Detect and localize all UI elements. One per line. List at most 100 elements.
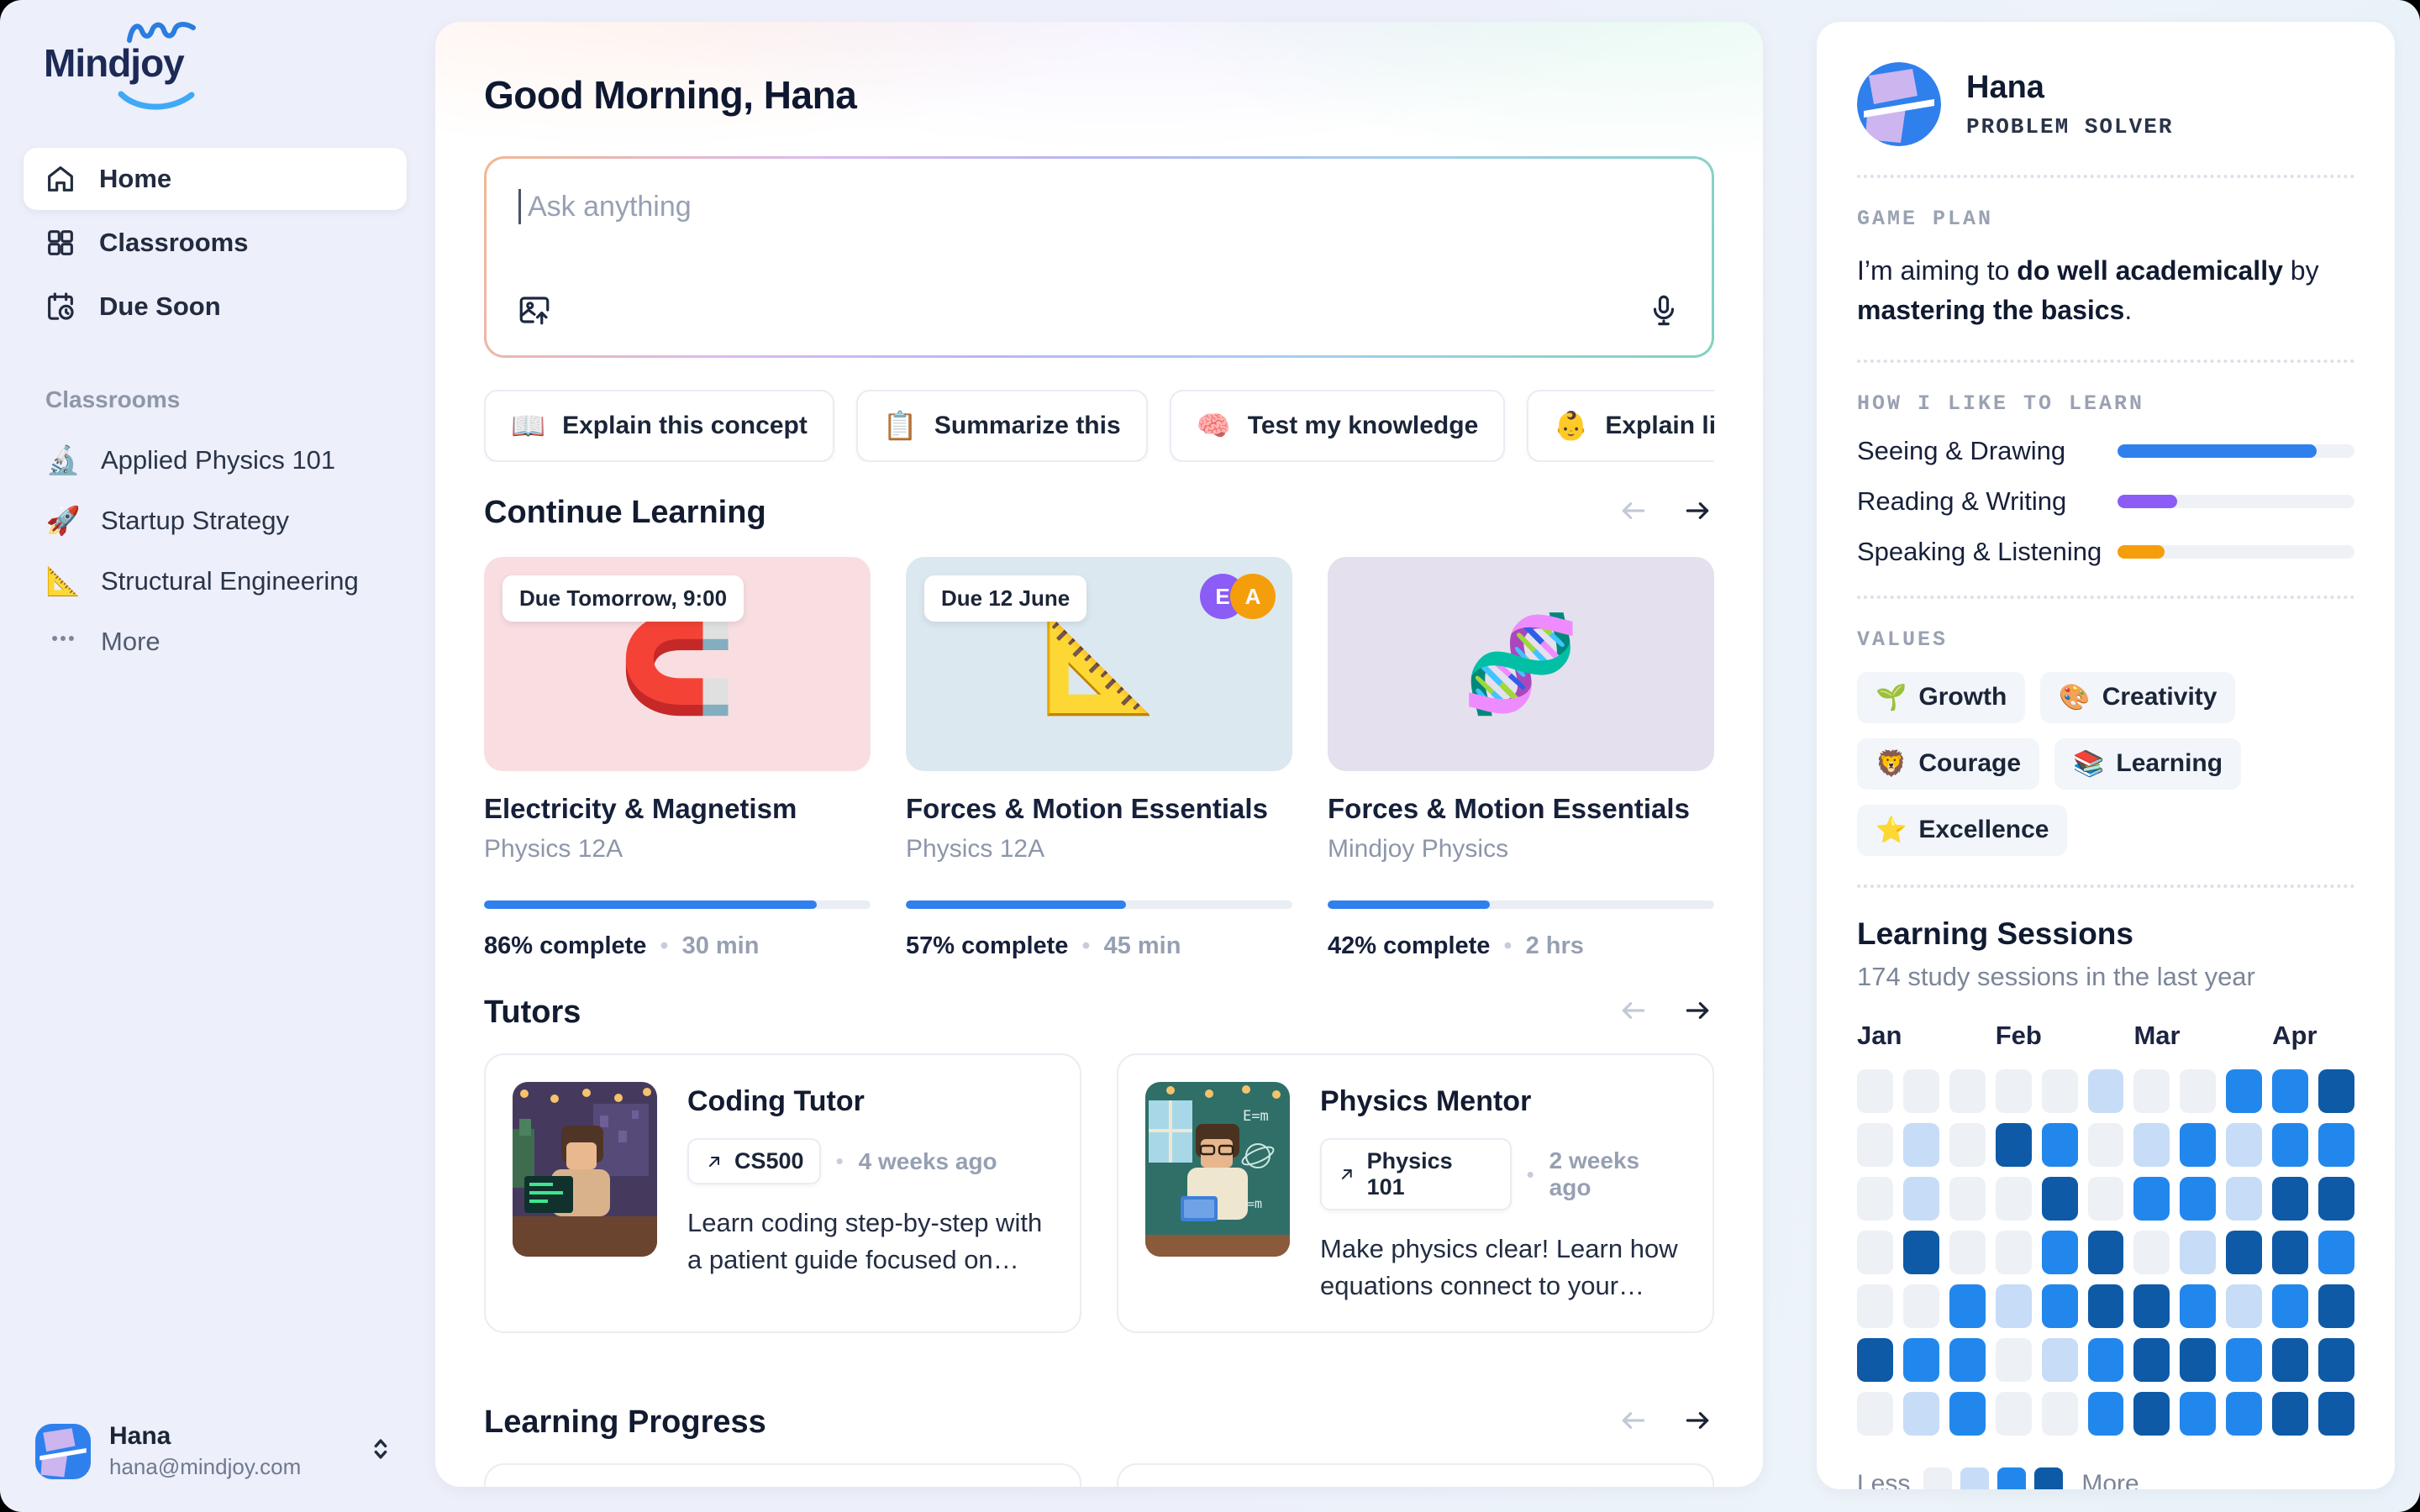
triangle-ruler-icon: 📐 — [1040, 617, 1157, 711]
value-chip-learning[interactable]: 📚Learning — [2054, 738, 2241, 790]
carousel-prev-icon[interactable] — [1617, 994, 1650, 1032]
tutor-card-physics[interactable]: E=m F=m — [1117, 1053, 1714, 1333]
svg-text:E=m: E=m — [1243, 1108, 1269, 1125]
heatmap-cell — [2042, 1338, 2078, 1382]
coding-tutor-image — [513, 1082, 657, 1257]
heatmap-cell — [1857, 1284, 1893, 1328]
heatmap-cell — [2318, 1338, 2354, 1382]
heatmap-cell — [1996, 1284, 2032, 1328]
heatmap-cell — [1857, 1338, 1893, 1382]
sidebar-item-structural-engineering[interactable]: 📐 Structural Engineering — [24, 551, 407, 612]
heatmap-cell — [2088, 1069, 2124, 1113]
heatmap-cell — [2133, 1123, 2170, 1167]
heatmap-cell — [2226, 1231, 2262, 1274]
mindjoy-logo[interactable]: Mindjoy — [44, 40, 237, 94]
brain-icon: 🧠 — [1197, 410, 1231, 443]
profile-panel: Hana PROBLEM SOLVER GAME PLAN I’m aiming… — [1817, 22, 2395, 1489]
value-chip-growth[interactable]: 🌱Growth — [1857, 672, 2025, 723]
values-label: VALUES — [1857, 627, 2354, 652]
heatmap-legend: Less More — [1857, 1467, 2354, 1489]
time-remaining: 45 min — [1104, 932, 1181, 960]
lesson-course: Physics 12A — [484, 835, 871, 864]
game-plan-text: I’m aiming to do well academically by ma… — [1857, 251, 2354, 331]
sidebar: Mindjoy Home Classrooms — [0, 0, 430, 1512]
sidebar-item-startup-strategy[interactable]: 🚀 Startup Strategy — [24, 491, 407, 551]
heatmap-cell — [2272, 1123, 2308, 1167]
progress-label: 57% complete — [906, 932, 1068, 960]
sidebar-item-home[interactable]: Home — [24, 148, 407, 210]
learn-style-row: Reading & Writing — [1857, 486, 2354, 517]
page-title: Good Morning, Hana — [484, 72, 1714, 118]
carousel-next-icon[interactable] — [1681, 1404, 1714, 1441]
avatar: A — [1230, 574, 1276, 619]
dot-separator: • — [660, 932, 668, 960]
value-chip-creativity[interactable]: 🎨Creativity — [2040, 672, 2235, 723]
heatmap-cell — [2226, 1392, 2262, 1436]
heatmap-cell — [2180, 1231, 2216, 1274]
heatmap-cell — [1949, 1177, 1986, 1221]
heatmap-cell — [1996, 1123, 2032, 1167]
heatmap-cell — [1996, 1069, 2032, 1113]
heatmap-cell — [1903, 1123, 1939, 1167]
baby-icon: 👶 — [1554, 410, 1588, 443]
app-window: Mindjoy Home Classrooms — [0, 0, 2420, 1512]
heatmap-cell — [2272, 1231, 2308, 1274]
heatmap-cell — [2272, 1069, 2308, 1113]
progress-bar — [906, 900, 1292, 909]
heatmap-cell — [2133, 1338, 2170, 1382]
dotted-divider — [1857, 175, 2354, 178]
value-chip-courage[interactable]: 🦁Courage — [1857, 738, 2039, 790]
sidebar-item-more[interactable]: More — [24, 612, 407, 672]
classroom-label: Applied Physics 101 — [101, 445, 335, 475]
value-chip-excellence[interactable]: ⭐Excellence — [1857, 805, 2067, 856]
carousel-next-icon[interactable] — [1681, 994, 1714, 1032]
heatmap-cell — [2133, 1231, 2170, 1274]
sidebar-item-classrooms[interactable]: Classrooms — [24, 212, 407, 274]
carousel-next-icon[interactable] — [1681, 494, 1714, 532]
heatmap-cell — [2088, 1392, 2124, 1436]
heatmap-cell — [2088, 1123, 2124, 1167]
carousel-prev-icon[interactable] — [1617, 494, 1650, 532]
leaderboard-card[interactable]: Leaderboard Time spent learning this wee… — [484, 1463, 1081, 1487]
chip-explain-like-im-5[interactable]: 👶 Explain like I’m 5 — [1527, 390, 1714, 462]
image-upload-icon[interactable] — [517, 292, 552, 332]
time-remaining: 30 min — [682, 932, 760, 960]
lesson-card[interactable]: Due 12 June E A 📐 Forces & Motion Essent… — [906, 557, 1292, 960]
tutor-last-used: 4 weeks ago — [859, 1148, 997, 1175]
heatmap-cell — [1903, 1177, 1939, 1221]
calendar-clock-icon — [44, 290, 77, 323]
lesson-card[interactable]: 🧬 Forces & Motion Essentials Mindjoy Phy… — [1328, 557, 1714, 960]
lesson-title: Electricity & Magnetism — [484, 793, 871, 825]
sidebar-item-label: Classrooms — [99, 228, 248, 258]
learning-streak-card[interactable]: Learning Streak 174 study sessions in th… — [1117, 1463, 1714, 1487]
heatmap-cell — [2042, 1123, 2078, 1167]
sidebar-item-due-soon[interactable]: Due Soon — [24, 276, 407, 338]
dotted-divider — [1857, 885, 2354, 888]
ask-input[interactable]: Ask anything — [487, 159, 1712, 355]
triangle-ruler-icon: 📐 — [45, 565, 81, 598]
tutor-card-coding[interactable]: Coding Tutor CS500 • 4 weeks ago Learn c… — [484, 1053, 1081, 1333]
legend-more-label: More — [2081, 1470, 2139, 1489]
sessions-subtitle: 174 study sessions in the last year — [1857, 962, 2354, 992]
section-title: Tutors — [484, 995, 581, 1031]
chip-summarize-this[interactable]: 📋 Summarize this — [856, 390, 1148, 462]
time-remaining: 2 hrs — [1526, 932, 1584, 960]
tutor-course-tag[interactable]: CS500 — [687, 1138, 821, 1184]
rocket-icon: 🚀 — [45, 505, 81, 538]
chip-explain-this-concept[interactable]: 📖 Explain this concept — [484, 390, 834, 462]
user-menu[interactable]: Hana hana@mindjoy.com — [24, 1422, 407, 1485]
tutor-last-used: 2 weeks ago — [1549, 1147, 1686, 1201]
heatmap-cell — [1903, 1284, 1939, 1328]
sidebar-item-applied-physics-101[interactable]: 🔬 Applied Physics 101 — [24, 430, 407, 491]
heatmap-cell — [2088, 1338, 2124, 1382]
heatmap-cell — [1857, 1392, 1893, 1436]
mic-icon[interactable] — [1646, 292, 1681, 332]
heatmap-month-labels: Jan Feb Mar Apr — [1857, 1021, 2354, 1051]
progress-label: 86% complete — [484, 932, 646, 960]
carousel-prev-icon[interactable] — [1617, 1404, 1650, 1441]
heatmap-cell — [2042, 1284, 2078, 1328]
heatmap-cell — [2133, 1069, 2170, 1113]
tutor-course-tag[interactable]: Physics 101 — [1320, 1138, 1512, 1210]
lesson-card[interactable]: Due Tomorrow, 9:00 🧲 Electricity & Magne… — [484, 557, 871, 960]
chip-test-my-knowledge[interactable]: 🧠 Test my knowledge — [1170, 390, 1506, 462]
